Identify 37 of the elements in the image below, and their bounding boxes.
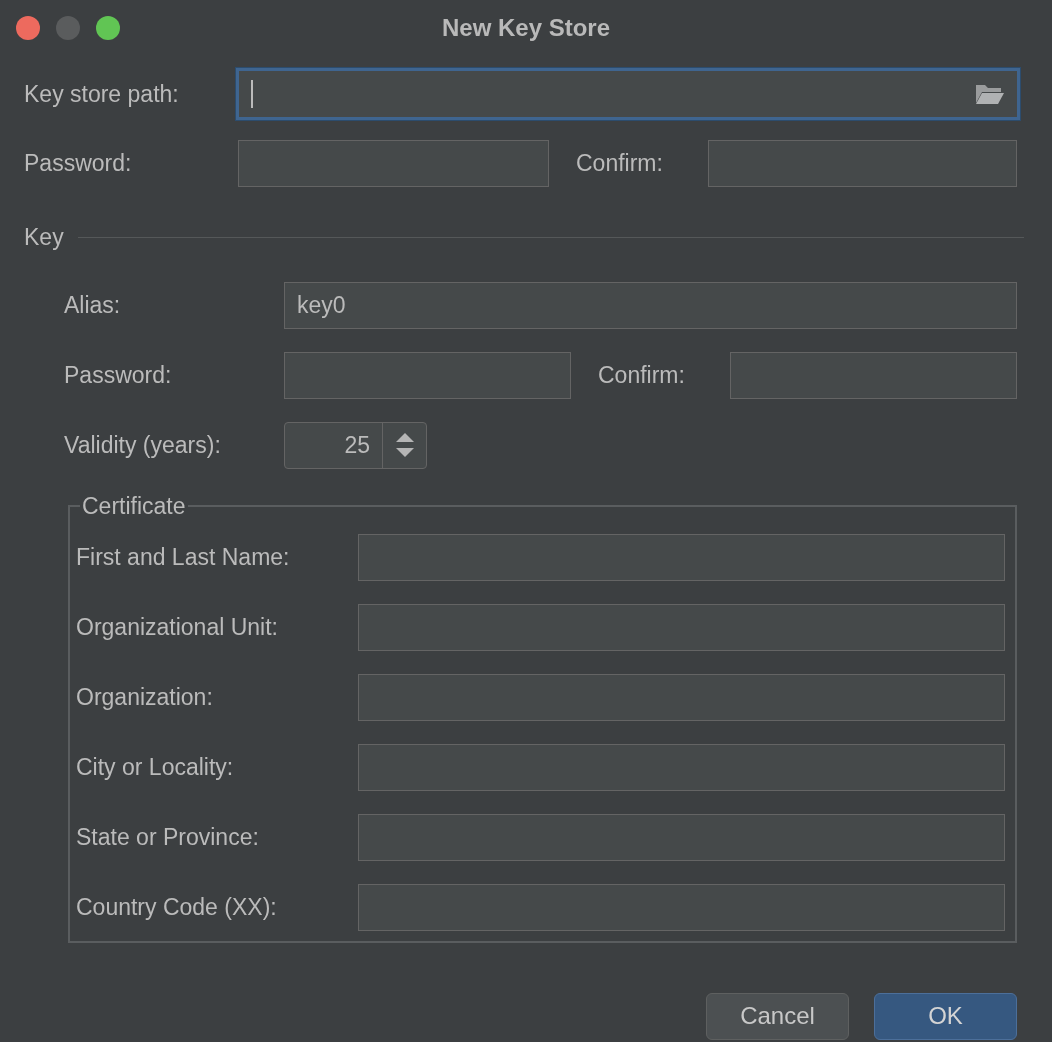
input-field[interactable] — [358, 883, 1005, 931]
field-label: City or Locality: — [76, 752, 235, 782]
dialog-button[interactable]: Cancel — [706, 992, 849, 1040]
field-label: Country Code (XX): — [76, 892, 278, 922]
field-label: Validity (years): — [64, 430, 222, 460]
field-label: State or Province: — [76, 822, 260, 852]
field-label: Organization: — [76, 682, 214, 712]
input-field[interactable] — [358, 533, 1005, 581]
field-label: Confirm: — [576, 149, 664, 179]
input-field[interactable] — [358, 673, 1005, 721]
input-field[interactable] — [358, 743, 1005, 791]
password-field[interactable] — [708, 140, 1017, 187]
field-label: Organizational Unit: — [76, 612, 279, 642]
close-window-button[interactable] — [16, 16, 40, 40]
password-field[interactable] — [730, 351, 1017, 399]
input-field[interactable] — [358, 813, 1005, 861]
field-label: Password: — [64, 360, 173, 390]
input-field[interactable] — [358, 603, 1005, 651]
minimize-window-button[interactable] — [56, 16, 80, 40]
password-field[interactable] — [238, 140, 549, 187]
field-label: Alias: — [64, 290, 122, 320]
folder-icon[interactable] — [975, 82, 1005, 106]
path-field[interactable] — [236, 68, 1020, 120]
window-title: New Key Store — [441, 12, 611, 43]
up-down-arrows-icon[interactable] — [394, 432, 415, 458]
field-label: Password: — [24, 149, 133, 179]
field-label: Confirm: — [598, 360, 686, 390]
number-spinner[interactable]: 25 — [284, 421, 427, 469]
field-label: First and Last Name: — [76, 542, 291, 572]
alias-field[interactable]: key0 — [284, 281, 1017, 329]
section-title: Key — [24, 223, 64, 252]
dialog-button[interactable]: OK — [874, 992, 1017, 1040]
text-cursor — [251, 80, 253, 108]
zoom-window-button[interactable] — [96, 16, 120, 40]
group-title: Certificate — [81, 494, 187, 518]
field-label: Key store path: — [24, 79, 180, 109]
password-field[interactable] — [284, 351, 571, 399]
